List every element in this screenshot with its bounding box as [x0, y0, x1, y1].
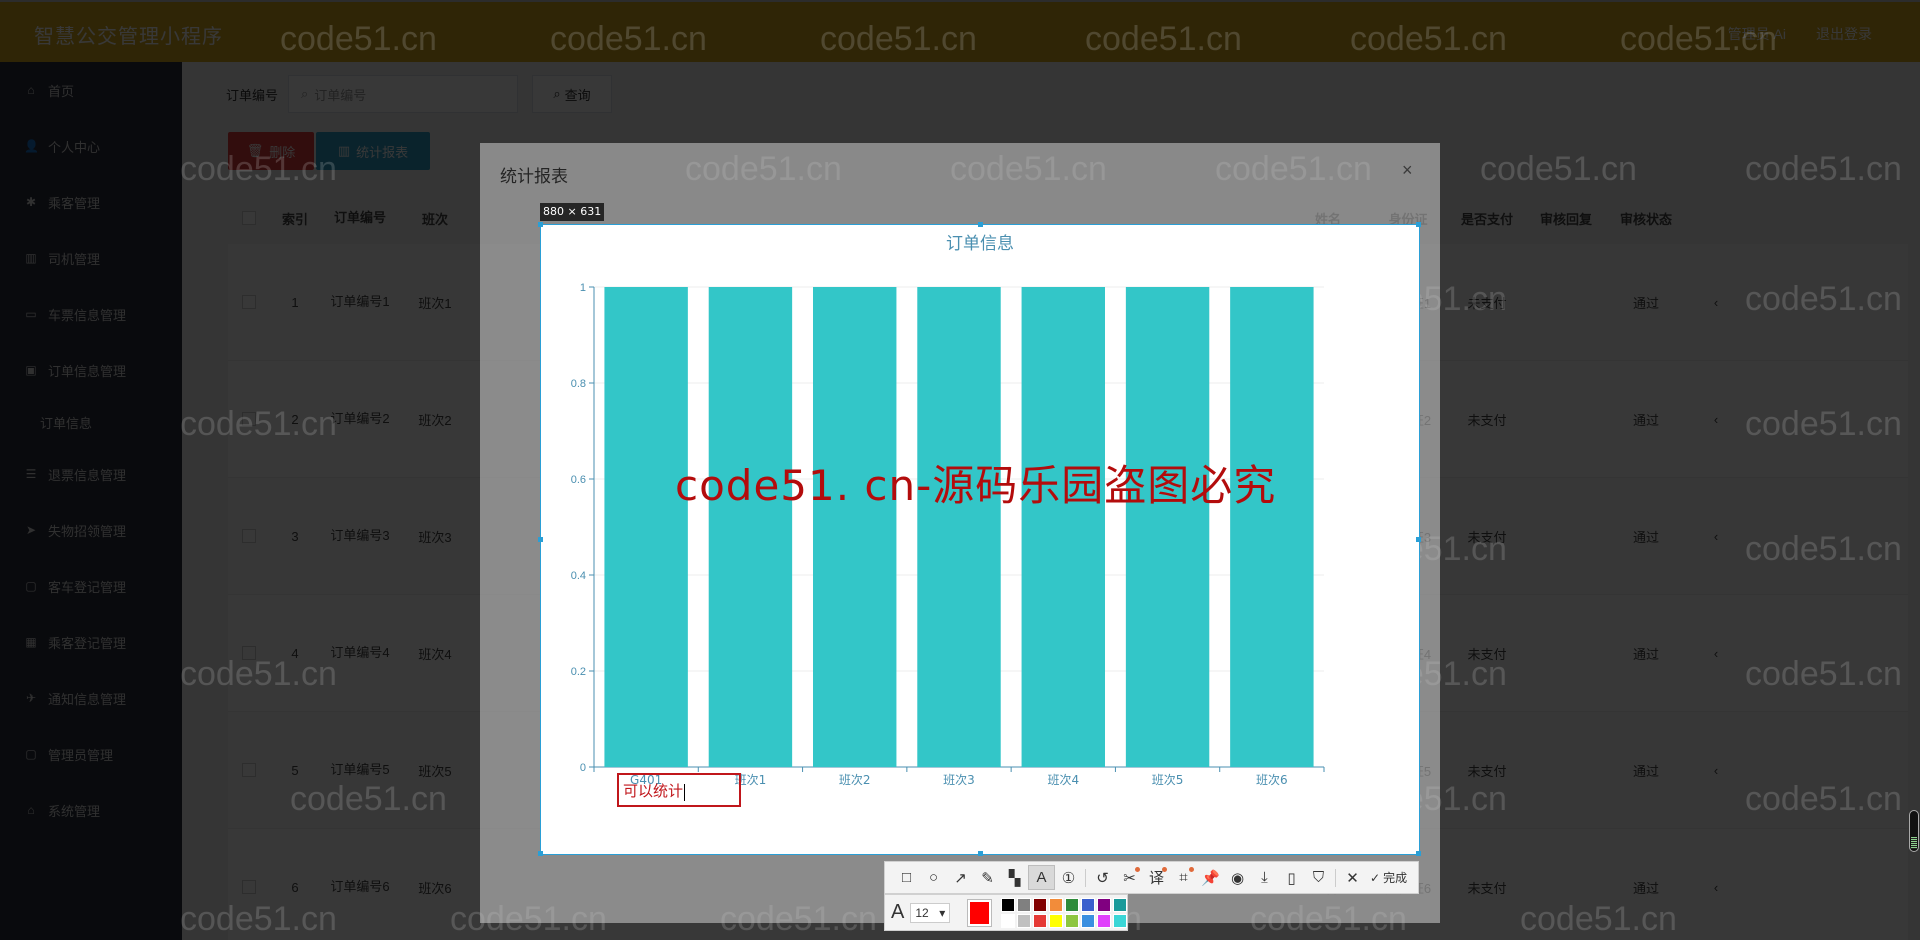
- bar: [917, 287, 1001, 767]
- capture-selection[interactable]: 订单信息 0 0.2 0.4 0.6 0.8 1 G401 班次1 班次2 班次3 班次4 班次5 班次…: [538, 222, 1421, 856]
- y-tick-label: 1: [580, 282, 586, 294]
- phone-icon[interactable]: ▯: [1278, 865, 1305, 890]
- color-swatch[interactable]: [1017, 913, 1031, 928]
- color-swatch[interactable]: [1113, 913, 1127, 928]
- ellipse-icon[interactable]: ○: [920, 865, 947, 890]
- chevron-down-icon: ▾: [939, 905, 946, 920]
- color-swatch[interactable]: [1097, 897, 1111, 912]
- text-style-panel: A 12 ▾: [884, 894, 1128, 931]
- color-swatch[interactable]: [1065, 897, 1079, 912]
- battery-indicator: [1909, 810, 1919, 852]
- x-tick-label: 班次5: [1152, 773, 1184, 787]
- toolbar-separator: [1335, 868, 1336, 887]
- current-color-swatch[interactable]: [967, 898, 992, 927]
- y-tick-label: 0.4: [571, 570, 586, 582]
- color-swatch[interactable]: [1017, 897, 1031, 912]
- annotation-text: 可以统计: [623, 783, 684, 800]
- download-icon[interactable]: ⤓: [1251, 865, 1278, 890]
- font-icon: A: [891, 901, 905, 923]
- cancel-icon[interactable]: ✕: [1339, 865, 1366, 890]
- bar: [1125, 287, 1210, 767]
- y-tick-label: 0: [580, 762, 586, 774]
- screenshot-toolbar: □ ○ ↗ ✎ ▚ A ① ↺ ✂ 译 ⌗ 📌 ◉ ⤓ ▯ ⛉ ✕ ✓ 完成: [884, 861, 1419, 894]
- new-badge: [1135, 867, 1140, 872]
- color-swatch[interactable]: [1097, 913, 1111, 928]
- x-tick-label: 班次3: [943, 773, 975, 787]
- new-badge: [1162, 867, 1167, 872]
- done-button[interactable]: ✓ 完成: [1370, 869, 1407, 886]
- color-swatch[interactable]: [1065, 913, 1079, 928]
- bookmark-icon[interactable]: ⛉: [1305, 865, 1332, 890]
- text-caret: [684, 783, 686, 801]
- resize-handle-s[interactable]: [978, 851, 983, 856]
- number-icon[interactable]: ①: [1055, 865, 1082, 890]
- bar: [708, 287, 793, 767]
- color-swatch[interactable]: [1033, 897, 1047, 912]
- color-swatch[interactable]: [1049, 913, 1063, 928]
- resize-handle-e[interactable]: [1416, 537, 1421, 542]
- font-size-value: 12: [915, 905, 929, 920]
- resize-handle-n[interactable]: [978, 222, 983, 227]
- color-swatch[interactable]: [1113, 897, 1127, 912]
- undo-icon[interactable]: ↺: [1089, 865, 1116, 890]
- resize-handle-nw[interactable]: [538, 222, 543, 227]
- watermark-notice: code51. cn-源码乐园盗图必究: [675, 461, 1277, 510]
- record-icon[interactable]: ◉: [1224, 865, 1251, 890]
- pin-icon[interactable]: 📌: [1197, 865, 1224, 890]
- x-tick-label: 班次6: [1256, 773, 1288, 787]
- color-palette: [1001, 897, 1127, 928]
- y-tick-label: 0.8: [571, 378, 586, 390]
- done-label: 完成: [1383, 871, 1408, 885]
- translate-icon[interactable]: 译: [1143, 865, 1170, 890]
- text-icon[interactable]: A: [1028, 865, 1055, 890]
- resize-handle-ne[interactable]: [1416, 222, 1421, 227]
- color-swatch[interactable]: [1001, 897, 1015, 912]
- resize-handle-sw[interactable]: [538, 851, 543, 856]
- selection-size-label: 880 × 631: [540, 203, 605, 221]
- y-tick-label: 0.6: [571, 474, 586, 486]
- y-tick-label: 0.2: [571, 666, 586, 678]
- rectangle-icon[interactable]: □: [893, 865, 920, 890]
- font-size-select[interactable]: 12 ▾: [910, 902, 951, 923]
- bar: [813, 287, 897, 767]
- x-tick-label: 班次2: [839, 773, 871, 787]
- new-badge: [1189, 867, 1194, 872]
- bar: [1021, 287, 1105, 767]
- x-tick-label: 班次4: [1047, 773, 1079, 787]
- text-annotation-box[interactable]: 可以统计: [617, 773, 741, 807]
- color-swatch[interactable]: [1001, 913, 1015, 928]
- color-swatch[interactable]: [1033, 913, 1047, 928]
- resize-handle-w[interactable]: [538, 537, 543, 542]
- mosaic-icon[interactable]: ▚: [1001, 865, 1028, 890]
- arrow-icon[interactable]: ↗: [947, 865, 974, 890]
- color-swatch[interactable]: [1081, 913, 1095, 928]
- dialog-title: 统计报表: [500, 167, 568, 186]
- toolbar-separator: [1085, 868, 1086, 887]
- check-icon: ✓: [1370, 870, 1381, 885]
- pen-icon[interactable]: ✎: [974, 865, 1001, 890]
- ocr-icon[interactable]: ⌗: [1170, 865, 1197, 890]
- dialog-close-button[interactable]: ×: [1402, 160, 1413, 181]
- bar-chart: 00.20.40.60.81G401 班次1 班次2 班次3 班次4 班次5 班次6: [571, 282, 1325, 787]
- bar: [604, 287, 688, 767]
- bar: [1230, 287, 1314, 767]
- resize-handle-se[interactable]: [1416, 851, 1421, 856]
- color-swatch[interactable]: [1049, 897, 1063, 912]
- color-swatch[interactable]: [1081, 897, 1095, 912]
- cut-icon[interactable]: ✂: [1116, 865, 1143, 890]
